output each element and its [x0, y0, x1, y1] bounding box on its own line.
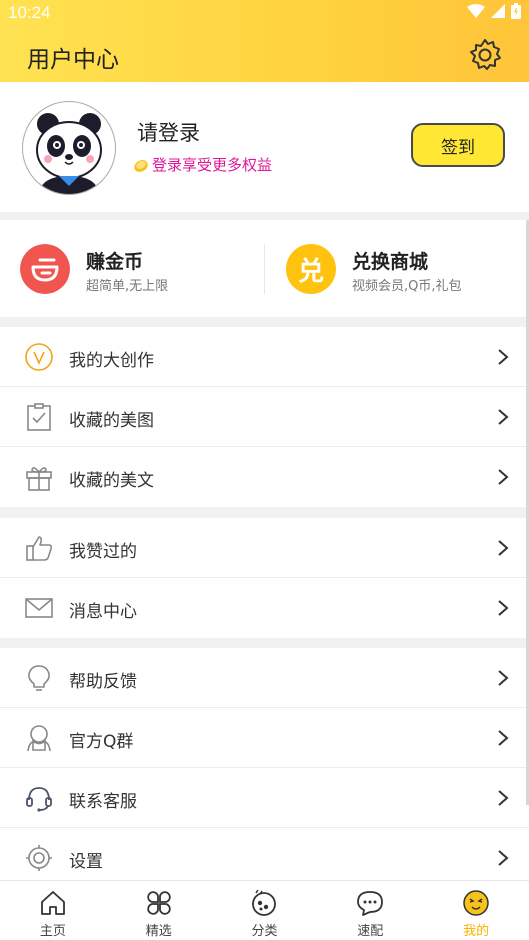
status-bar: 10:24: [0, 0, 529, 26]
menu-item-label: 官方Q群: [69, 732, 134, 752]
panda-avatar-icon: [36, 113, 102, 194]
gift-icon: [26, 467, 52, 491]
gear-icon[interactable]: [468, 38, 502, 72]
status-time: 10:24: [8, 3, 51, 22]
tab-label: 我的: [463, 924, 490, 939]
coin-icon: [20, 244, 70, 294]
menu-item-qq-group[interactable]: 官方Q群: [0, 708, 529, 768]
category-icon: [252, 889, 277, 916]
menu-item-settings[interactable]: 设置: [0, 828, 529, 888]
menu-item-label: 我的大创作: [69, 351, 154, 371]
earn-coins-title: 赚金币: [86, 251, 144, 273]
profile-card: 请登录 登录享受更多权益 签到: [0, 82, 529, 212]
thumbs-up-icon: [26, 536, 53, 561]
earn-coins-subtitle: 超简单,无上限: [86, 279, 169, 294]
exchange-mall-title: 兑换商城: [352, 251, 429, 273]
tab-category[interactable]: 分类: [212, 881, 318, 940]
avatar[interactable]: [22, 101, 116, 195]
tab-label: 分类: [251, 924, 278, 939]
face-icon: [463, 890, 489, 916]
chevron-right-icon: [498, 600, 509, 616]
menu-item-label: 帮助反馈: [69, 672, 137, 692]
earn-coins-entry[interactable]: 赚金币 超简单,无上限: [0, 220, 264, 317]
menu-item-liked[interactable]: 我赞过的: [0, 518, 529, 578]
chevron-right-icon: [498, 730, 509, 746]
chevron-right-icon: [498, 670, 509, 686]
wifi-icon: [467, 4, 485, 18]
tab-label: 主页: [39, 924, 66, 939]
menu-item-saved-articles[interactable]: 收藏的美文: [0, 447, 529, 507]
chevron-right-icon: [498, 409, 509, 425]
v-circle-icon: [25, 343, 53, 371]
exchange-icon: 兑: [286, 244, 336, 294]
menu-item-feedback[interactable]: 帮助反馈: [0, 648, 529, 708]
signal-icon: [491, 4, 505, 18]
chevron-right-icon: [498, 349, 509, 365]
menu-item-label: 收藏的美图: [69, 411, 154, 431]
settings-icon: [26, 845, 52, 871]
home-icon: [40, 891, 65, 915]
app-header: 10:24 用户中心: [0, 0, 529, 82]
promo-section: 赚金币 超简单,无上限 兑 兑换商城 视频会员,Q币,礼包: [0, 220, 529, 317]
menu-group-activity: 我赞过的 消息中心: [0, 518, 529, 638]
status-icons: [467, 3, 521, 19]
tab-home[interactable]: 主页: [0, 881, 106, 940]
menu-item-label: 联系客服: [69, 792, 137, 812]
login-title[interactable]: 请登录: [137, 117, 200, 147]
headset-icon: [26, 787, 52, 812]
page-title: 用户中心: [27, 47, 119, 73]
exchange-icon-glyph: 兑: [297, 256, 324, 287]
signin-button[interactable]: 签到: [411, 123, 505, 167]
menu-item-my-creations[interactable]: 我的大创作: [0, 327, 529, 387]
lightbulb-icon: [28, 665, 50, 691]
menu-item-customer-service[interactable]: 联系客服: [0, 768, 529, 828]
login-subtitle[interactable]: 登录享受更多权益: [133, 154, 272, 175]
menu-item-label: 我赞过的: [69, 542, 137, 562]
bottom-tab-bar: 主页 精选 分类 速配 我的: [0, 880, 529, 940]
login-subtitle-text: 登录享受更多权益: [152, 156, 273, 174]
tab-mine[interactable]: 我的: [423, 881, 529, 940]
menu-item-label: 收藏的美文: [69, 471, 154, 491]
battery-icon: [511, 3, 521, 19]
promo-divider: [264, 244, 265, 294]
menu-item-messages[interactable]: 消息中心: [0, 578, 529, 638]
tab-label: 精选: [145, 924, 172, 939]
exchange-mall-entry[interactable]: 兑 兑换商城 视频会员,Q币,礼包: [266, 220, 529, 317]
tab-featured[interactable]: 精选: [106, 881, 212, 940]
chat-icon: [357, 891, 384, 916]
chevron-right-icon: [498, 540, 509, 556]
menu-item-label: 消息中心: [69, 602, 137, 622]
chevron-right-icon: [498, 850, 509, 866]
chevron-right-icon: [498, 790, 509, 806]
coin-icon: [134, 159, 148, 172]
tab-match[interactable]: 速配: [317, 881, 423, 940]
menu-group-support: 帮助反馈 官方Q群 联系客服 设置: [0, 648, 529, 888]
tab-label: 速配: [357, 924, 384, 939]
mail-icon: [25, 598, 53, 618]
grid-icon: [146, 891, 171, 915]
chevron-right-icon: [498, 469, 509, 485]
clipboard-check-icon: [27, 403, 51, 431]
menu-group-collections: 我的大创作 收藏的美图 收藏的美文: [0, 327, 529, 507]
menu-item-label: 设置: [69, 852, 103, 872]
group-icon: [27, 725, 51, 752]
menu-item-saved-images[interactable]: 收藏的美图: [0, 387, 529, 447]
exchange-mall-subtitle: 视频会员,Q币,礼包: [352, 279, 462, 294]
